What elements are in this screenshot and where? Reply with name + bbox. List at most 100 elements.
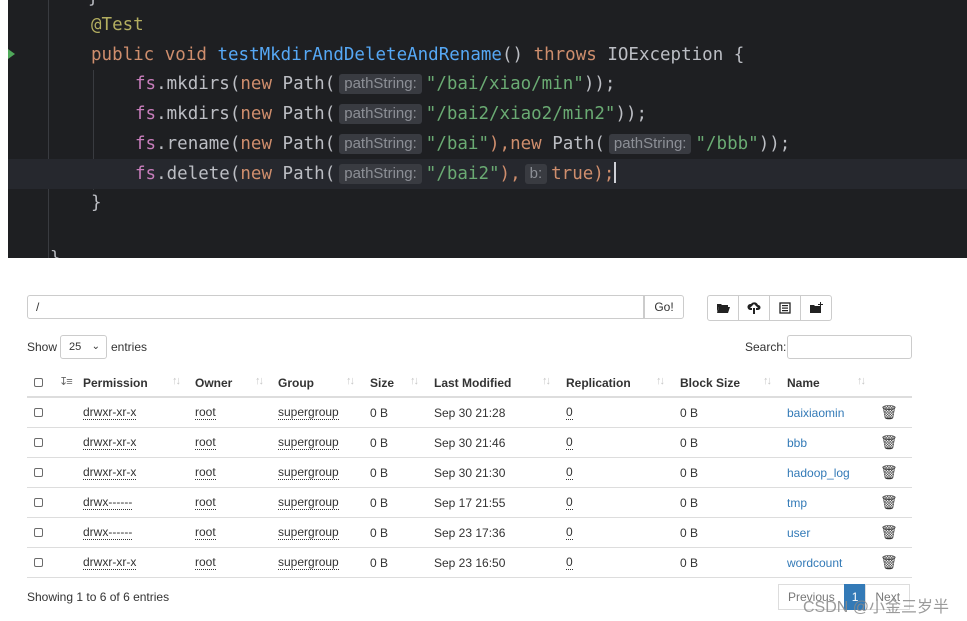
owner-cell[interactable]: root [195,436,216,450]
code-line-mkdirs-2[interactable]: fs.mkdirs(new Path(pathString: "/bai2/xia… [135,99,647,129]
owner-cell[interactable]: root [195,466,216,480]
permission-cell[interactable]: drwx------ [83,496,133,510]
keyword-token: void [164,45,207,65]
list-button[interactable] [769,295,801,321]
path-input[interactable]: / [27,295,644,319]
table-row: drwx------ root supergroup 0 B Sep 23 17… [27,518,912,548]
code-line-close[interactable]: } [91,188,102,218]
column-permission[interactable]: Permission [83,376,148,390]
name-link[interactable]: hadoop_log [787,466,850,480]
list-icon [779,302,791,314]
trash-icon[interactable]: 🗑 [880,404,898,421]
run-test-icon[interactable] [8,49,15,59]
new-folder-button[interactable] [800,295,832,321]
sort-asc-icon[interactable]: ↧≡ [59,375,73,388]
sort-icon[interactable]: ↑↓ [656,375,665,387]
sort-icon[interactable]: ↑↓ [542,375,551,387]
name-link[interactable]: wordcount [787,556,842,570]
modified-cell: Sep 30 21:46 [434,436,506,450]
exception-token: IOException { [607,45,745,65]
sort-icon[interactable]: ↑↓ [410,375,419,387]
keyword-token: throws [533,45,597,65]
column-name[interactable]: Name [787,376,820,390]
method-token: mkdirs [166,74,230,94]
trash-icon[interactable]: 🗑 [880,434,898,451]
field-token: fs [135,134,157,154]
replication-cell[interactable]: 0 [566,556,573,570]
owner-cell[interactable]: root [195,556,216,570]
group-cell[interactable]: supergroup [278,556,339,570]
folder-open-button[interactable] [707,295,739,321]
code-line-mkdirs-1[interactable]: fs.mkdirs(new Path(pathString: "/bai/xiao… [135,69,615,99]
field-token: fs [135,104,157,124]
column-size[interactable]: Size [370,376,394,390]
sort-icon[interactable]: ↑↓ [763,375,772,387]
trash-icon[interactable]: 🗑 [880,524,898,541]
sort-icon[interactable]: ↑↓ [255,375,264,387]
keyword-token: new [240,74,272,94]
size-cell: 0 B [370,496,389,510]
parameter-hint: pathString: [339,134,422,154]
parameter-hint: pathString: [339,104,422,124]
row-checkbox[interactable] [34,498,43,507]
sort-icon[interactable]: ↑↓ [172,375,181,387]
page-length-select[interactable]: 25 ⌄ [60,335,107,359]
column-replication[interactable]: Replication [566,376,631,390]
code-line-delete[interactable]: fs.delete(new Path(pathString: "/bai2"), b… [8,159,967,189]
row-checkbox[interactable] [34,528,43,537]
group-cell[interactable]: supergroup [278,466,339,480]
replication-cell[interactable]: 0 [566,496,573,510]
size-cell: 0 B [370,466,389,480]
code-line-signature[interactable]: public void testMkdirAndDeleteAndRename(… [91,40,744,70]
replication-cell[interactable]: 0 [566,526,573,540]
permission-cell[interactable]: drwxr-xr-x [83,556,137,570]
permission-cell[interactable]: drwxr-xr-x [83,466,137,480]
name-link[interactable]: tmp [787,496,807,510]
keyword-token: new [510,134,542,154]
row-checkbox[interactable] [34,558,43,567]
trash-icon[interactable]: 🗑 [880,494,898,511]
row-checkbox[interactable] [34,408,43,417]
keyword-token: new [240,164,272,184]
sort-icon[interactable]: ↑↓ [346,375,355,387]
permission-cell[interactable]: drwxr-xr-x [83,436,137,450]
trash-icon[interactable]: 🗑 [880,554,898,571]
permission-cell[interactable]: drwxr-xr-x [83,406,137,420]
replication-cell[interactable]: 0 [566,406,573,420]
group-cell[interactable]: supergroup [278,436,339,450]
column-block-size[interactable]: Block Size [680,376,740,390]
code-line-rename[interactable]: fs.rename(new Path(pathString: "/bai"),ne… [135,129,790,159]
trash-icon[interactable]: 🗑 [880,464,898,481]
column-owner[interactable]: Owner [195,376,232,390]
name-link[interactable]: baixiaomin [787,406,844,420]
method-token: delete [166,164,230,184]
group-cell[interactable]: supergroup [278,496,339,510]
column-last-modified[interactable]: Last Modified [434,376,511,390]
column-group[interactable]: Group [278,376,314,390]
row-checkbox[interactable] [34,468,43,477]
name-link[interactable]: user [787,526,810,540]
table-header: ↧≡ Permission ↑↓ Owner ↑↓ Group ↑↓ Size … [27,369,912,398]
go-button[interactable]: Go! [644,295,684,319]
group-cell[interactable]: supergroup [278,526,339,540]
group-cell[interactable]: supergroup [278,406,339,420]
upload-button[interactable] [738,295,770,321]
punct-token: ); [593,164,615,184]
select-all-checkbox[interactable] [34,378,43,387]
search-input[interactable] [787,335,912,359]
sort-icon[interactable]: ↑↓ [857,375,866,387]
row-checkbox[interactable] [34,438,43,447]
page-length-value: 25 [69,341,82,353]
owner-cell[interactable]: root [195,526,216,540]
code-line-annotation[interactable]: @Test [91,10,144,40]
replication-cell[interactable]: 0 [566,436,573,450]
permission-cell[interactable]: drwx------ [83,526,133,540]
code-editor: } @Test public void testMkdirAndDeleteAn… [0,0,967,258]
field-token: fs [135,74,157,94]
replication-cell[interactable]: 0 [566,466,573,480]
owner-cell[interactable]: root [195,496,216,510]
owner-cell[interactable]: root [195,406,216,420]
field-token: fs [135,164,157,184]
table-row: drwx------ root supergroup 0 B Sep 17 21… [27,488,912,518]
name-link[interactable]: bbb [787,436,807,450]
